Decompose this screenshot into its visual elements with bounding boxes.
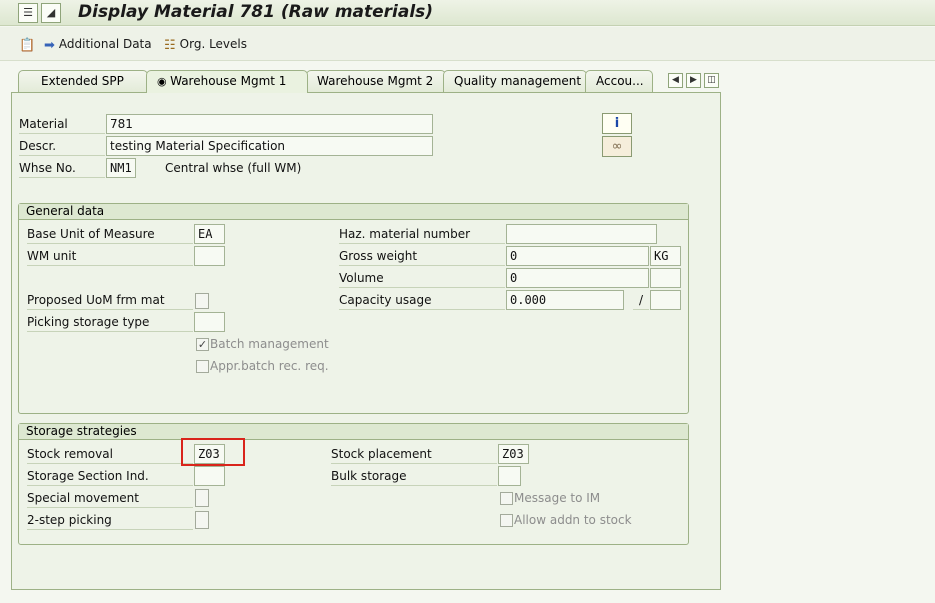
picking-storage-type-label: Picking storage type — [27, 312, 193, 332]
appr-batch-label: Appr.batch rec. req. — [210, 359, 329, 373]
bulk-storage-field[interactable] — [498, 466, 521, 486]
info-button[interactable]: i — [602, 113, 632, 134]
capacity-separator: / — [633, 290, 649, 310]
proposed-uom-label: Proposed UoM frm mat — [27, 290, 193, 310]
volume-label: Volume — [339, 268, 505, 288]
additional-data-label: Additional Data — [58, 37, 152, 51]
two-step-picking-label: 2-step picking — [27, 510, 193, 530]
base-uom-field[interactable]: EA — [194, 224, 225, 244]
capacity-usage-label: Capacity usage — [339, 290, 505, 310]
tab-accounting[interactable]: Accou... — [585, 70, 653, 92]
tab-quality-management[interactable]: Quality management — [443, 70, 587, 92]
tab-label: Accou... — [596, 74, 644, 88]
gross-weight-field[interactable]: 0 — [506, 246, 649, 266]
glasses-icon: ∞ — [611, 139, 623, 154]
whse-no-label: Whse No. — [19, 158, 105, 178]
system-menu-icon[interactable]: ☰ — [18, 3, 38, 23]
haz-material-label: Haz. material number — [339, 224, 505, 244]
weight-unit-field[interactable]: KG — [650, 246, 681, 266]
appr-batch-checkbox[interactable] — [196, 360, 209, 373]
gross-weight-label: Gross weight — [339, 246, 505, 266]
clipboard-icon: 📋 — [19, 38, 36, 53]
allow-addn-checkbox[interactable] — [500, 514, 513, 527]
message-to-im-label: Message to IM — [514, 491, 601, 505]
storage-section-ind-field[interactable] — [194, 466, 225, 486]
descr-label: Descr. — [19, 136, 105, 156]
tab-scroll-left-icon[interactable]: ◀ — [668, 73, 683, 88]
proposed-uom-checkbox[interactable] — [195, 293, 209, 309]
highlight-box — [181, 438, 245, 466]
org-levels-label: Org. Levels — [179, 37, 247, 51]
stock-placement-label: Stock placement — [331, 444, 497, 464]
two-step-picking-field[interactable] — [195, 511, 209, 529]
general-data-title: General data — [19, 204, 688, 220]
tab-scroll-right-icon[interactable]: ▶ — [686, 73, 701, 88]
base-uom-label: Base Unit of Measure — [27, 224, 193, 244]
volume-field[interactable]: 0 — [506, 268, 649, 288]
checkmark-icon: ✓ — [197, 338, 208, 351]
volume-unit-field[interactable] — [650, 268, 681, 288]
special-movement-label: Special movement — [27, 488, 193, 508]
description-field[interactable]: testing Material Specification — [106, 136, 433, 156]
haz-material-field[interactable] — [506, 224, 657, 244]
tab-warehouse-mgmt-1[interactable]: ◉ Warehouse Mgmt 1 — [146, 70, 308, 93]
batch-management-checkbox[interactable]: ✓ — [196, 338, 209, 351]
capacity-usage-field[interactable]: 0.000 — [506, 290, 624, 310]
wm-unit-label: WM unit — [27, 246, 193, 266]
stock-removal-label: Stock removal — [27, 444, 193, 464]
warehouse-number-field[interactable]: NM1 — [106, 158, 136, 178]
warehouse-description: Central whse (full WM) — [165, 161, 302, 175]
active-tab-icon: ◉ — [157, 75, 171, 88]
tab-label: Extended SPP — [41, 74, 124, 88]
org-levels-button[interactable]: ☷ Org. Levels — [164, 37, 247, 53]
info-icon: i — [614, 116, 620, 131]
message-to-im-checkbox[interactable] — [500, 492, 513, 505]
tab-extended-spp[interactable]: Extended SPP — [18, 70, 148, 92]
bulk-storage-label: Bulk storage — [331, 466, 497, 486]
other-material-button[interactable]: 📋 — [19, 37, 39, 53]
batch-management-label: Batch management — [210, 337, 329, 351]
customize-layout-icon[interactable]: ◢ — [41, 3, 61, 23]
tab-label: Warehouse Mgmt 1 — [170, 74, 287, 88]
glasses-button[interactable]: ∞ — [602, 136, 632, 157]
arrow-right-icon: ➡ — [44, 38, 55, 53]
tab-label: Quality management — [454, 74, 582, 88]
tab-warehouse-mgmt-2[interactable]: Warehouse Mgmt 2 — [306, 70, 446, 92]
hierarchy-icon: ☷ — [164, 38, 176, 53]
stock-placement-field[interactable]: Z03 — [498, 444, 529, 464]
special-movement-field[interactable] — [195, 489, 209, 507]
allow-addn-label: Allow addn to stock — [514, 513, 632, 527]
capacity-unit-field[interactable] — [650, 290, 681, 310]
storage-section-ind-label: Storage Section Ind. — [27, 466, 193, 486]
additional-data-button[interactable]: ➡ Additional Data — [44, 37, 152, 53]
tab-label: Warehouse Mgmt 2 — [317, 74, 434, 88]
picking-storage-type-field[interactable] — [194, 312, 225, 332]
tab-list-icon[interactable]: ◫ — [704, 73, 719, 88]
storage-strategies-title: Storage strategies — [19, 424, 688, 440]
wm-unit-field[interactable] — [194, 246, 225, 266]
window-title: Display Material 781 (Raw materials) — [78, 2, 434, 22]
material-field[interactable]: 781 — [106, 114, 433, 134]
material-label: Material — [19, 114, 105, 134]
